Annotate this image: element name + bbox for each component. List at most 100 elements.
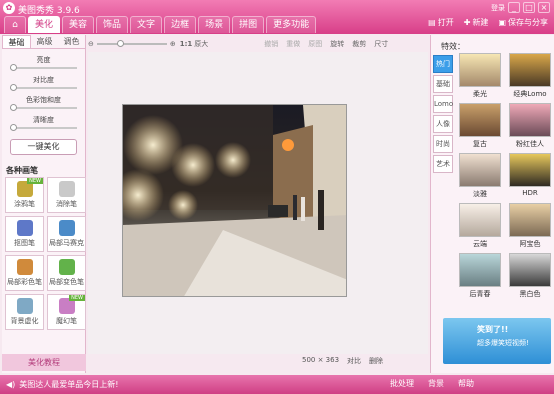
tab-more[interactable]: 更多功能 <box>266 16 317 33</box>
contrast-slider[interactable] <box>10 84 77 91</box>
batch-button[interactable]: 批处理 <box>390 378 414 389</box>
effect-item[interactable]: 云端 <box>457 203 503 249</box>
blur-brush[interactable]: 背景虚化 <box>5 294 44 330</box>
zoom-icon[interactable]: ⊖ <box>88 40 94 48</box>
effect-thumbnail <box>509 103 551 137</box>
tab-basic[interactable]: 基础 <box>2 35 31 48</box>
zoom-ratio[interactable]: 1:1 <box>180 40 193 48</box>
tab-collage[interactable]: 拼图 <box>232 16 265 33</box>
zoom-in-icon[interactable]: ⊕ <box>170 40 176 48</box>
app-logo-icon: ✿ <box>3 2 15 14</box>
folder-icon: ▤ <box>428 18 436 27</box>
compare-button[interactable]: 对比 <box>347 356 361 366</box>
background-button[interactable]: 背景 <box>428 378 444 389</box>
tab-text[interactable]: 文字 <box>130 16 163 33</box>
resize-button[interactable]: 尺寸 <box>374 39 388 49</box>
saturation-slider[interactable] <box>10 104 77 111</box>
delete-button[interactable]: 删除 <box>369 356 383 366</box>
color-brush-icon <box>16 259 33 275</box>
category-art[interactable]: 艺术 <box>433 155 453 173</box>
effect-item[interactable]: 柔光 <box>457 53 503 99</box>
effect-item[interactable]: 经典Lomo <box>507 53 553 99</box>
cutout-icon <box>16 220 33 236</box>
help-button[interactable]: 帮助 <box>458 378 474 389</box>
save-button[interactable]: ▣ 保存与分享 <box>498 17 548 28</box>
redo-button[interactable]: 重做 <box>286 39 300 49</box>
maximize-icon[interactable]: □ <box>523 2 535 13</box>
status-actions: 批处理 背景 帮助 <box>390 378 474 389</box>
login-link[interactable]: 登录 <box>491 3 505 13</box>
effect-item[interactable]: 粉红佳人 <box>507 103 553 149</box>
left-panel: 基础 高级 调色 亮度 对比度 色彩饱和度 清晰度 一键美化 各种画笔 涂鸦笔 N… <box>2 35 86 373</box>
one-key-beautify-button[interactable]: 一键美化 <box>10 139 77 155</box>
open-button[interactable]: ▤ 打开 <box>428 17 454 28</box>
beauty-tutorial-button[interactable]: 美化教程 <box>2 354 86 371</box>
tab-frame[interactable]: 边框 <box>164 16 197 33</box>
tab-scene[interactable]: 场景 <box>198 16 231 33</box>
effects-title: 特效： <box>441 42 465 51</box>
effect-thumbnail <box>459 253 501 287</box>
ad-title: 笑到了!! <box>477 325 509 334</box>
mosaic-icon <box>58 220 75 236</box>
rotate-button[interactable]: 旋转 <box>330 39 344 49</box>
zoom-knob[interactable] <box>116 39 124 47</box>
new-badge: NEW <box>27 178 43 184</box>
zoom-slider[interactable] <box>96 39 167 47</box>
mosaic-brush[interactable]: 局部马赛克 <box>47 216 86 252</box>
tab-advanced[interactable]: 高级 <box>31 35 58 48</box>
speaker-icon: ◀) <box>6 380 16 389</box>
canvas-area[interactable] <box>88 52 428 354</box>
recolor-icon <box>58 259 75 275</box>
tab-color[interactable]: 调色 <box>58 35 85 48</box>
effect-item[interactable]: 淡雅 <box>457 153 503 199</box>
slider-knob[interactable] <box>10 104 17 111</box>
tab-beautify[interactable]: 美化 <box>28 16 61 33</box>
photo[interactable] <box>122 104 347 297</box>
effect-item[interactable]: 复古 <box>457 103 503 149</box>
cutout-brush[interactable]: 抠图笔 <box>5 216 44 252</box>
category-hot[interactable]: 热门 <box>433 55 453 73</box>
brightness-slider[interactable] <box>10 64 77 71</box>
effect-thumbnail <box>509 153 551 187</box>
category-fashion[interactable]: 时尚 <box>433 135 453 153</box>
close-icon[interactable]: × <box>538 2 550 13</box>
slider-knob[interactable] <box>10 124 17 131</box>
tab-beauty[interactable]: 美容 <box>62 16 95 33</box>
new-button[interactable]: ✚ 新建 <box>464 17 489 28</box>
window-controls: 登录 _ □ × <box>491 2 550 13</box>
recolor-brush[interactable]: 局部变色笔 <box>47 255 86 291</box>
category-basic[interactable]: 基础 <box>433 75 453 93</box>
right-panel: 特效： 热门 基础 Lomo 人像 时尚 艺术 柔光 经典Lomo 复古 粉红佳… <box>430 35 554 373</box>
effect-item[interactable]: HDR <box>507 153 553 199</box>
category-lomo[interactable]: Lomo <box>433 95 453 113</box>
image-toolbar: ⊖ ⊕ 1:1 原大 撤销 重做 原图 旋转 裁剪 尺寸 <box>88 36 428 51</box>
eraser-brush[interactable]: 消除笔 <box>47 177 86 213</box>
original-size-button[interactable]: 原大 <box>194 39 208 49</box>
effect-item[interactable]: 黑白色 <box>507 253 553 299</box>
color-brush[interactable]: 局部彩色笔 <box>5 255 44 291</box>
ad-banner[interactable]: 笑到了!! 超多爆笑短视频! <box>443 318 551 364</box>
adjust-tabs: 基础 高级 调色 <box>2 35 85 49</box>
magic-brush[interactable]: 魔幻笔 NEW <box>47 294 86 330</box>
status-message[interactable]: 美图达人最爱单品今日上新! <box>19 379 118 390</box>
category-portrait[interactable]: 人像 <box>433 115 453 133</box>
effect-thumbnail <box>459 53 501 87</box>
slider-knob[interactable] <box>10 64 17 71</box>
image-dimensions: 500 × 363 <box>302 356 340 364</box>
effect-thumbnail <box>459 103 501 137</box>
crop-button[interactable]: 裁剪 <box>352 39 366 49</box>
sharpness-slider[interactable] <box>10 124 77 131</box>
effect-item[interactable]: 后青春 <box>457 253 503 299</box>
home-icon[interactable]: ⌂ <box>4 16 26 33</box>
slider-knob[interactable] <box>10 84 17 91</box>
effect-thumbnail <box>459 203 501 237</box>
doodle-brush[interactable]: 涂鸦笔 NEW <box>5 177 44 213</box>
minimize-icon[interactable]: _ <box>508 2 520 13</box>
brush-grid: 涂鸦笔 NEW 消除笔 抠图笔 局部马赛克 局部彩色笔 局部变色笔 背景虚化 魔幻… <box>2 175 86 332</box>
restore-button[interactable]: 原图 <box>308 39 322 49</box>
undo-button[interactable]: 撤销 <box>264 39 278 49</box>
status-bar: ◀) 美图达人最爱单品今日上新! 批处理 背景 帮助 <box>0 375 554 394</box>
title-bar: ✿ 美图秀秀 3.9.6 登录 _ □ × ⌂ 美化 美容 饰品 文字 边框 场… <box>0 0 554 34</box>
effect-item[interactable]: 阿宝色 <box>507 203 553 249</box>
tab-ornament[interactable]: 饰品 <box>96 16 129 33</box>
